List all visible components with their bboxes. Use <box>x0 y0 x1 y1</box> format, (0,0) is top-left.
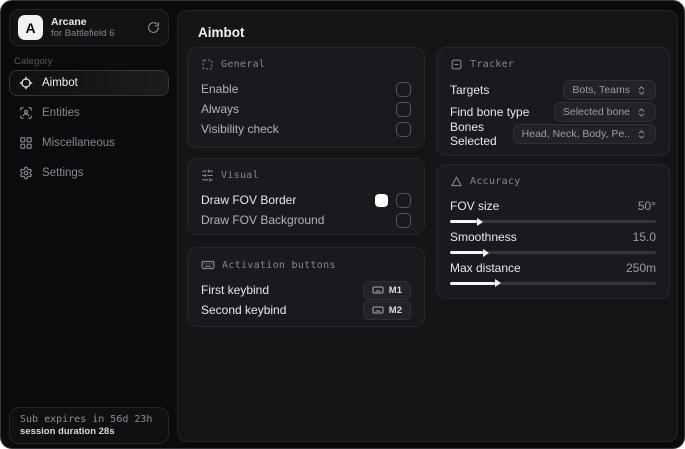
app-window: A Arcane for Battlefield 6 Category Aimb… <box>0 0 685 449</box>
sliders-icon <box>201 169 214 182</box>
sub-expiry-text: Sub expires in 56d 23h <box>20 414 153 425</box>
entities-icon <box>19 106 33 120</box>
page-title: Aimbot <box>198 25 245 40</box>
draw-fov-border-checkbox[interactable] <box>396 192 411 208</box>
sidebar-item-entities[interactable]: Entities <box>9 100 169 126</box>
triangle-icon <box>450 175 463 188</box>
first-keybind-button[interactable]: M1 <box>362 280 411 300</box>
sidebar-item-label: Settings <box>42 167 84 179</box>
session-duration-text: session duration 28s <box>20 426 115 437</box>
sidebar-item-settings[interactable]: Settings <box>9 160 169 186</box>
app-title: Arcane <box>51 15 87 28</box>
fov-size-slider[interactable] <box>450 220 656 224</box>
slider-fill[interactable] <box>450 281 496 285</box>
sidebar-nav: Aimbot Entities Miscellaneous Settings <box>9 70 169 186</box>
slider-fill[interactable] <box>450 220 477 224</box>
fov-size-value: 50° <box>637 199 656 214</box>
max-distance-slider[interactable] <box>450 281 656 285</box>
smoothness-value: 15.0 <box>632 230 656 244</box>
activation-buttons-panel: Activation buttons First keybind M1 Seco… <box>187 247 425 327</box>
targets-label: Targets <box>450 83 490 97</box>
keyboard-icon <box>201 258 215 272</box>
panel-title: Activation buttons <box>222 259 336 271</box>
find-bone-type-value: Selected bone <box>562 106 630 118</box>
max-distance-value: 250m <box>625 260 656 275</box>
keyboard-icon <box>372 304 384 316</box>
category-label: Category <box>14 56 53 67</box>
draw-fov-background-checkbox[interactable] <box>396 212 411 228</box>
find-bone-type-dropdown[interactable]: Selected bone <box>553 102 656 122</box>
smoothness-label: Smoothness <box>450 230 517 244</box>
sidebar-item-label: Entities <box>42 107 80 119</box>
keybind-value: M1 <box>388 284 402 296</box>
tracker-panel: Tracker Targets Bots, Teams Find bone ty… <box>436 47 670 156</box>
always-label: Always <box>201 102 240 116</box>
sidebar-item-label: Aimbot <box>42 77 78 89</box>
sidebar-item-label: Miscellaneous <box>42 137 115 149</box>
bones-selected-dropdown[interactable]: Head, Neck, Body, Pe.. <box>512 124 656 144</box>
smoothness-slider[interactable] <box>450 251 656 254</box>
panel-title: Tracker <box>470 59 515 70</box>
max-distance-label: Max distance <box>450 260 521 275</box>
bones-selected-label: Bones Selected <box>450 120 497 148</box>
bones-selected-value: Head, Neck, Body, Pe.. <box>521 128 630 140</box>
unfold-icon <box>636 85 647 96</box>
draw-fov-background-label: Draw FOV Background <box>201 213 325 227</box>
first-keybind-label: First keybind <box>201 283 270 297</box>
visual-panel: Visual Draw FOV Border Draw FOV Backgrou… <box>187 158 425 235</box>
unfold-icon <box>636 129 647 140</box>
refresh-icon[interactable] <box>147 21 160 34</box>
second-keybind-button[interactable]: M2 <box>362 300 411 320</box>
targets-value: Bots, Teams <box>572 84 630 96</box>
app-subtitle: for Battlefield 6 <box>51 28 115 40</box>
visibility-check-label: Visibility check <box>201 122 279 136</box>
main-content: Aimbot General Enable Always Visibility … <box>177 10 678 442</box>
accuracy-panel: Accuracy FOV size 50° Smoothness 15.0 Ma… <box>436 164 670 299</box>
sidebar: A Arcane for Battlefield 6 Category Aimb… <box>1 1 177 448</box>
fov-size-label: FOV size <box>450 199 500 214</box>
square-minus-icon <box>450 58 463 71</box>
targets-dropdown[interactable]: Bots, Teams <box>563 80 656 100</box>
enable-checkbox[interactable] <box>396 81 411 97</box>
find-bone-type-label: Find bone type <box>450 105 530 119</box>
slider-fill[interactable] <box>450 251 483 254</box>
keybind-value: M2 <box>388 304 402 316</box>
sidebar-item-aimbot[interactable]: Aimbot <box>9 70 169 96</box>
sidebar-item-miscellaneous[interactable]: Miscellaneous <box>9 130 169 156</box>
crosshair-icon <box>19 76 33 90</box>
general-panel: General Enable Always Visibility check <box>187 47 425 148</box>
panel-title: Accuracy <box>470 176 521 187</box>
panel-title: General <box>221 59 266 70</box>
enable-label: Enable <box>201 82 239 96</box>
dashed-square-icon <box>201 58 214 71</box>
logo-card: A Arcane for Battlefield 6 <box>9 9 169 46</box>
always-checkbox[interactable] <box>396 101 411 117</box>
gear-icon <box>19 166 33 180</box>
panel-title: Visual <box>221 170 259 181</box>
subscription-info: Sub expires in 56d 23h session duration … <box>9 407 169 444</box>
unfold-icon <box>636 107 647 118</box>
grid-icon <box>19 136 33 150</box>
second-keybind-label: Second keybind <box>201 303 287 317</box>
fov-border-color-swatch[interactable] <box>375 193 388 207</box>
visibility-check-checkbox[interactable] <box>396 121 411 137</box>
draw-fov-border-label: Draw FOV Border <box>201 193 297 207</box>
keyboard-icon <box>372 284 384 296</box>
app-logo: A <box>18 15 43 40</box>
